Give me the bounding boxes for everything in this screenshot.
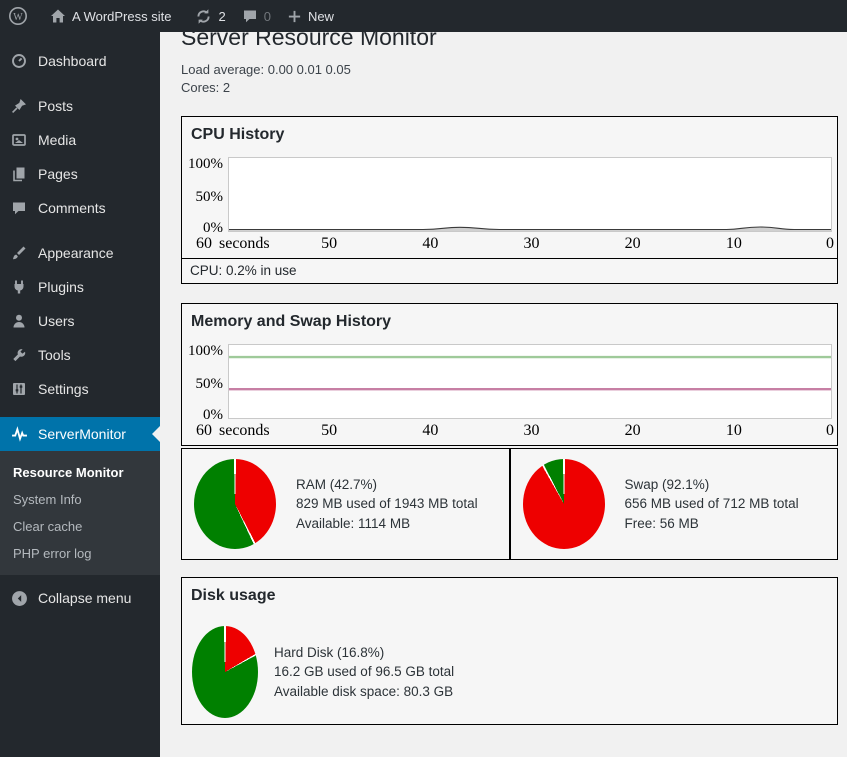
sidebar-item-media[interactable]: Media — [0, 123, 160, 157]
svg-text:W: W — [13, 12, 23, 23]
update-icon — [195, 8, 212, 25]
main-content: Server Resource Monitor Load average: 0.… — [160, 0, 847, 725]
disk-usage: 16.2 GB used of 96.5 GB total — [274, 662, 454, 682]
admin-menu: Dashboard Posts Media Pages Comments App… — [0, 32, 160, 451]
disk-label: Hard Disk (16.8%) — [274, 643, 454, 663]
memory-y-axis: 100% 50% 0% — [182, 344, 228, 419]
plus-icon — [287, 9, 302, 24]
pages-icon — [11, 166, 27, 182]
memory-x-axis: 60 seconds 50 40 30 20 10 0 — [182, 419, 837, 445]
brush-icon — [11, 245, 27, 261]
swap-available: Free: 56 MB — [625, 514, 799, 534]
ram-details: RAM (42.7%) 829 MB used of 1943 MB total… — [296, 475, 478, 534]
ram-panel: RAM (42.7%) 829 MB used of 1943 MB total… — [181, 448, 510, 560]
sidebar-item-label: ServerMonitor — [38, 426, 126, 442]
memory-chart: 100% 50% 0% — [182, 344, 837, 419]
sidebar-item-label: Users — [38, 313, 75, 329]
sidebar-item-label: Media — [38, 132, 76, 148]
swap-panel: Swap (92.1%) 656 MB used of 712 MB total… — [510, 448, 839, 560]
ram-available: Available: 1114 MB — [296, 514, 478, 534]
sidebar-item-comments[interactable]: Comments — [0, 191, 160, 225]
disk-pie-chart — [192, 626, 258, 718]
cpu-usage-status: CPU: 0.2% in use — [182, 258, 837, 283]
sidebar-item-label: Posts — [38, 98, 73, 114]
sidebar-item-label: Settings — [38, 381, 89, 397]
new-content-button[interactable]: New — [279, 0, 342, 32]
sidebar-item-label: Plugins — [38, 279, 84, 295]
disk-available: Available disk space: 80.3 GB — [274, 682, 454, 702]
servermonitor-submenu: Resource Monitor System Info Clear cache… — [0, 451, 160, 575]
wrench-icon — [11, 347, 27, 363]
new-label: New — [308, 9, 334, 24]
sidebar-item-label: Dashboard — [38, 53, 107, 69]
ram-usage: 829 MB used of 1943 MB total — [296, 494, 478, 514]
settings-icon — [11, 381, 27, 397]
submenu-item-php-error-log[interactable]: PHP error log — [0, 540, 160, 567]
comments-count: 0 — [264, 9, 271, 24]
disk-details-row: Hard Disk (16.8%) 16.2 GB used of 96.5 G… — [192, 626, 837, 718]
memory-plot-area — [228, 344, 832, 419]
home-icon — [50, 8, 66, 24]
swap-usage: 656 MB used of 712 MB total — [625, 494, 799, 514]
dashboard-icon — [11, 53, 27, 69]
cpu-chart: 100% 50% 0% — [182, 157, 837, 232]
updates-button[interactable]: 2 — [187, 0, 233, 32]
submenu-item-clear-cache[interactable]: Clear cache — [0, 513, 160, 540]
wordpress-logo-icon: W — [8, 6, 28, 26]
collapse-menu-button[interactable]: Collapse menu — [0, 581, 160, 615]
ram-pie-chart — [194, 459, 276, 549]
cpu-y-axis: 100% 50% 0% — [182, 157, 228, 232]
memory-pie-row: RAM (42.7%) 829 MB used of 1943 MB total… — [181, 448, 838, 560]
wp-logo-button[interactable]: W — [0, 0, 36, 32]
sidebar-item-appearance[interactable]: Appearance — [0, 236, 160, 270]
collapse-icon — [11, 590, 28, 607]
admin-sidebar: Dashboard Posts Media Pages Comments App… — [0, 32, 160, 757]
sidebar-item-posts[interactable]: Posts — [0, 89, 160, 123]
submenu-item-system-info[interactable]: System Info — [0, 486, 160, 513]
cpu-history-title: CPU History — [182, 117, 837, 145]
swap-details: Swap (92.1%) 656 MB used of 712 MB total… — [625, 475, 799, 534]
sidebar-item-plugins[interactable]: Plugins — [0, 270, 160, 304]
cpu-x-axis: 60 seconds 50 40 30 20 10 0 — [182, 232, 837, 258]
load-average-text: Load average: 0.00 0.01 0.05 — [181, 61, 838, 79]
sidebar-item-label: Comments — [38, 200, 106, 216]
cores-text: Cores: 2 — [181, 79, 838, 97]
sidebar-item-pages[interactable]: Pages — [0, 157, 160, 191]
media-icon — [11, 132, 27, 148]
sidebar-item-label: Appearance — [38, 245, 114, 261]
admin-bar: W A WordPress site 2 0 New — [0, 0, 847, 32]
site-name-link[interactable]: A WordPress site — [42, 0, 179, 32]
comments-icon — [11, 200, 27, 216]
cpu-plot-area — [228, 157, 832, 232]
pin-icon — [11, 98, 27, 114]
disk-usage-title: Disk usage — [182, 578, 837, 606]
ram-title: RAM (42.7%) — [296, 475, 478, 495]
plugin-icon — [11, 279, 27, 295]
site-name-label: A WordPress site — [72, 9, 171, 24]
user-icon — [11, 313, 27, 329]
disk-usage-panel: Disk usage Hard Disk (16.8%) 16.2 GB use… — [181, 577, 838, 725]
pulse-icon — [11, 426, 28, 443]
cpu-history-panel: CPU History 100% 50% 0% 60 seconds 50 40… — [181, 116, 838, 284]
comment-icon — [242, 8, 258, 24]
swap-title: Swap (92.1%) — [625, 475, 799, 495]
sidebar-item-label: Pages — [38, 166, 78, 182]
updates-count: 2 — [218, 9, 225, 24]
sidebar-item-label: Tools — [38, 347, 71, 363]
memory-swap-title: Memory and Swap History — [182, 304, 837, 332]
collapse-menu-label: Collapse menu — [38, 590, 131, 606]
sidebar-item-dashboard[interactable]: Dashboard — [0, 44, 160, 78]
sidebar-item-settings[interactable]: Settings — [0, 372, 160, 406]
submenu-item-resource-monitor[interactable]: Resource Monitor — [0, 459, 160, 486]
disk-details: Hard Disk (16.8%) 16.2 GB used of 96.5 G… — [274, 643, 454, 702]
sidebar-item-servermonitor[interactable]: ServerMonitor — [0, 417, 160, 451]
sidebar-item-tools[interactable]: Tools — [0, 338, 160, 372]
sidebar-item-users[interactable]: Users — [0, 304, 160, 338]
memory-swap-history-panel: Memory and Swap History 100% 50% 0% 60 s… — [181, 303, 838, 446]
swap-pie-chart — [523, 459, 605, 549]
comments-button[interactable]: 0 — [234, 0, 279, 32]
